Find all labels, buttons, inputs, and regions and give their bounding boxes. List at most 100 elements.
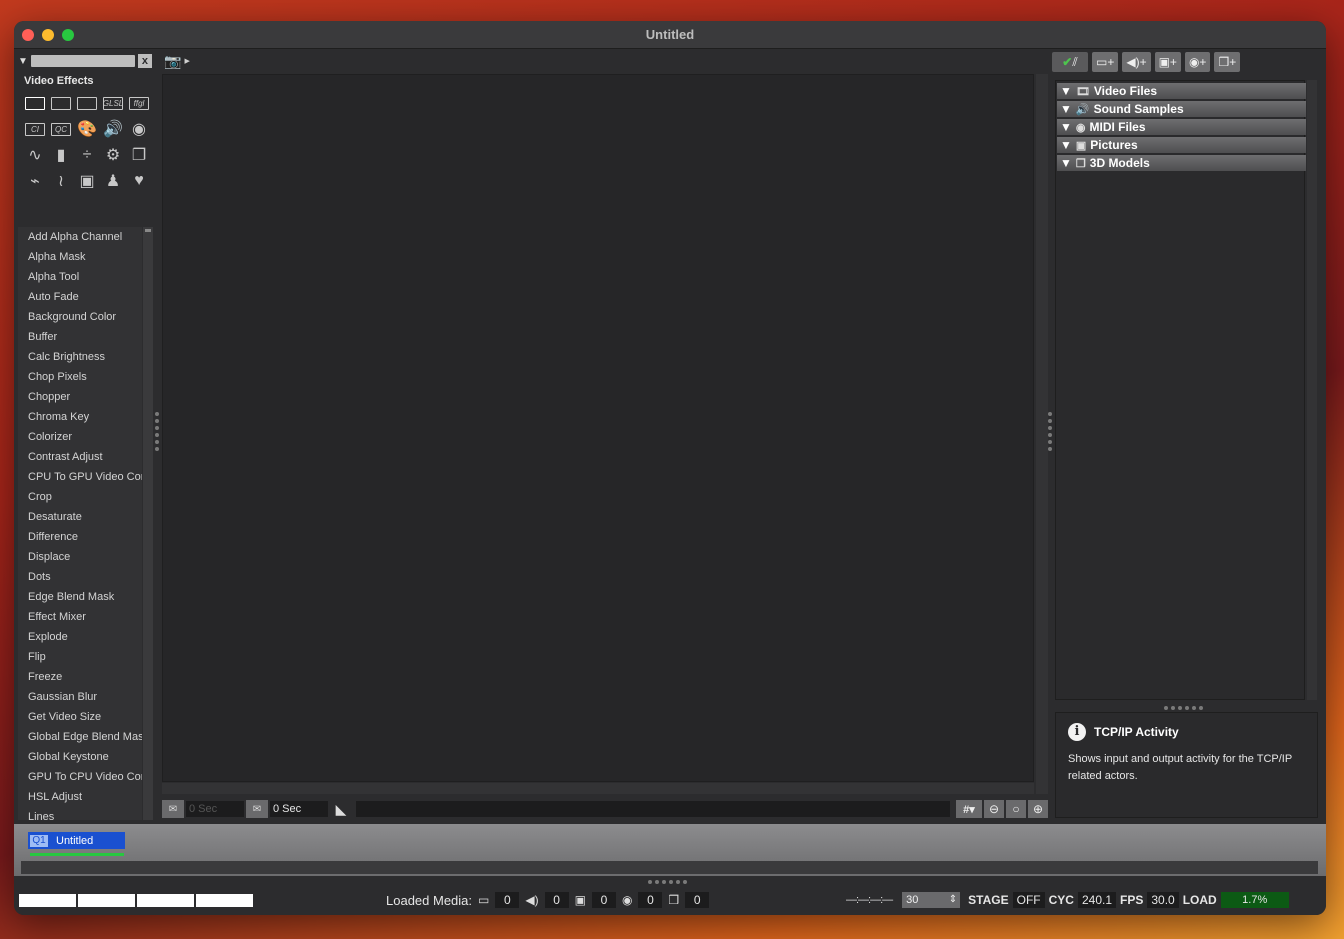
collapse-triangle-icon[interactable]: ▼ (18, 56, 28, 67)
auto-check-button[interactable]: ✔ ⫽ (1052, 52, 1088, 72)
effect-list-item[interactable]: Alpha Tool (18, 267, 142, 287)
antenna-icon[interactable]: ⌁ (22, 168, 48, 194)
speaker-icon[interactable]: 🔊 (100, 116, 126, 142)
layers-icon[interactable]: ❐ (126, 142, 152, 168)
right-splitter-handle[interactable] (1048, 412, 1053, 451)
effect-list-item[interactable]: GPU To CPU Video Cor (18, 767, 142, 787)
effect-list-item[interactable]: Explode (18, 627, 142, 647)
media-splitter-handle[interactable] (1164, 706, 1203, 710)
scene-editor-canvas[interactable] (162, 74, 1034, 782)
effect-list-item[interactable]: Colorizer (18, 427, 142, 447)
level-meter (78, 894, 135, 907)
performance-status: —:—:—:— 30 STAGE OFF CYC 240.1 FPS 30.0 … (846, 892, 1289, 908)
zoom-out-icon[interactable]: ⊖ (984, 800, 1004, 818)
ci-icon[interactable]: CI (22, 116, 48, 142)
effect-list-item[interactable]: Get Video Size (18, 707, 142, 727)
effect-list-item[interactable]: Desaturate (18, 507, 142, 527)
effect-list-item[interactable]: Chroma Key (18, 407, 142, 427)
start-envelope-icon[interactable]: ✉ (162, 800, 184, 818)
effect-list-item[interactable]: Alpha Mask (18, 247, 142, 267)
mouse-icon[interactable]: ▮ (48, 142, 74, 168)
add-picture-button[interactable]: ▣+ (1154, 52, 1181, 72)
clear-search-button[interactable]: x (137, 54, 152, 68)
effect-list-item[interactable]: Difference (18, 527, 142, 547)
ramp-icon[interactable]: ◣ (332, 800, 350, 818)
video-out-icon[interactable] (74, 90, 100, 116)
add-midi-button[interactable]: ◉+ (1184, 52, 1211, 72)
effect-list-item[interactable]: Displace (18, 547, 142, 567)
scene-tab[interactable]: Q1 Untitled (28, 832, 125, 849)
gear-icon[interactable]: ⚙ (100, 142, 126, 168)
canvas-vertical-scrollbar[interactable] (1036, 74, 1048, 794)
canvas-horizontal-scrollbar[interactable] (162, 783, 1034, 794)
camera-icon[interactable]: 📷 (164, 53, 181, 70)
effect-list-item[interactable]: Flip (18, 647, 142, 667)
disclosure-triangle-icon[interactable]: ▼ (1060, 138, 1072, 152)
divide-icon[interactable]: ÷ (74, 142, 100, 168)
media-section-3d-models[interactable]: ▼ ❒ 3D Models (1057, 155, 1306, 171)
end-envelope-icon[interactable]: ✉ (246, 800, 268, 818)
disclosure-triangle-icon[interactable]: ▼ (1060, 102, 1072, 116)
effect-list-item[interactable]: Contrast Adjust (18, 447, 142, 467)
add-video-button[interactable]: ▭+ (1092, 52, 1119, 72)
user-icon[interactable]: ♟ (100, 168, 126, 194)
timeline-field[interactable] (356, 801, 950, 817)
effect-list-item[interactable]: Background Color (18, 307, 142, 327)
disclosure-triangle-icon[interactable]: ▼ (1060, 120, 1072, 134)
effect-list-item[interactable]: Edge Blend Mask (18, 587, 142, 607)
effect-list-item[interactable]: Global Edge Blend Mas (18, 727, 142, 747)
media-section-video-files[interactable]: ▼ 🎞 Video Files (1057, 83, 1306, 99)
current-time-field[interactable]: 0 Sec (270, 801, 328, 817)
effect-list-item[interactable]: Lines (18, 807, 142, 820)
fps-stepper[interactable]: 30 (902, 892, 961, 908)
video-in-icon[interactable] (48, 90, 74, 116)
effect-list-item[interactable]: Chopper (18, 387, 142, 407)
maximize-window-button[interactable] (62, 29, 74, 41)
qc-icon[interactable]: QC (48, 116, 74, 142)
media-section-midi-files[interactable]: ▼ ◉ MIDI Files (1057, 119, 1306, 135)
effect-list-item[interactable]: Auto Fade (18, 287, 142, 307)
close-window-button[interactable] (22, 29, 34, 41)
glsl-icon[interactable]: GLSL (100, 90, 126, 116)
video-box-icon[interactable] (22, 90, 48, 116)
chip-icon[interactable]: ▣ (74, 168, 100, 194)
start-time-field[interactable]: 0 Sec (186, 801, 244, 817)
media-section-sound-samples[interactable]: ▼ 🔊 Sound Samples (1057, 101, 1306, 117)
effect-list-item[interactable]: Gaussian Blur (18, 687, 142, 707)
heart-icon[interactable]: ♥ (126, 168, 152, 194)
disclosure-triangle-icon[interactable]: ▼ (1060, 84, 1072, 98)
midi-icon[interactable]: ◉ (126, 116, 152, 142)
effect-list-item[interactable]: Chop Pixels (18, 367, 142, 387)
effect-list-item[interactable]: Global Keystone (18, 747, 142, 767)
disclosure-triangle-icon[interactable]: ▼ (1060, 156, 1072, 170)
sound-count: 0 (544, 892, 569, 908)
grid-menu-button[interactable]: #▾ (956, 800, 982, 818)
effect-list-item[interactable]: Dots (18, 567, 142, 587)
left-splitter-handle[interactable] (155, 412, 160, 451)
effect-list-item[interactable]: Buffer (18, 327, 142, 347)
effects-scrollbar[interactable] (143, 227, 153, 820)
scene-track[interactable] (21, 861, 1318, 874)
zoom-fit-icon[interactable]: ○ (1006, 800, 1026, 818)
signal-icon[interactable]: ≀ (48, 168, 74, 194)
ffgl-icon[interactable]: ffgl (126, 90, 152, 116)
dropdown-triangle-icon[interactable]: ▶ (184, 57, 189, 65)
add-sound-button[interactable]: ◀)+ (1122, 52, 1151, 72)
effect-list-item[interactable]: Effect Mixer (18, 607, 142, 627)
wave-icon[interactable]: ∿ (22, 142, 48, 168)
minimize-window-button[interactable] (42, 29, 54, 41)
media-scrollbar[interactable] (1307, 80, 1317, 700)
zoom-in-icon[interactable]: ⊕ (1028, 800, 1048, 818)
stage-value[interactable]: OFF (1012, 892, 1045, 908)
palette-icon[interactable]: 🎨 (74, 116, 100, 142)
add-3d-model-button[interactable]: ❒+ (1214, 52, 1241, 72)
effect-list-item[interactable]: Add Alpha Channel (18, 227, 142, 247)
effect-list-item[interactable]: Freeze (18, 667, 142, 687)
effect-list-item[interactable]: Calc Brightness (18, 347, 142, 367)
effect-list-item[interactable]: CPU To GPU Video Cor (18, 467, 142, 487)
effect-list-item[interactable]: HSL Adjust (18, 787, 142, 807)
effects-search-input[interactable] (30, 55, 135, 67)
effect-list-item[interactable]: Crop (18, 487, 142, 507)
scene-splitter-handle[interactable] (648, 880, 687, 884)
media-section-pictures[interactable]: ▼ ▣ Pictures (1057, 137, 1306, 153)
